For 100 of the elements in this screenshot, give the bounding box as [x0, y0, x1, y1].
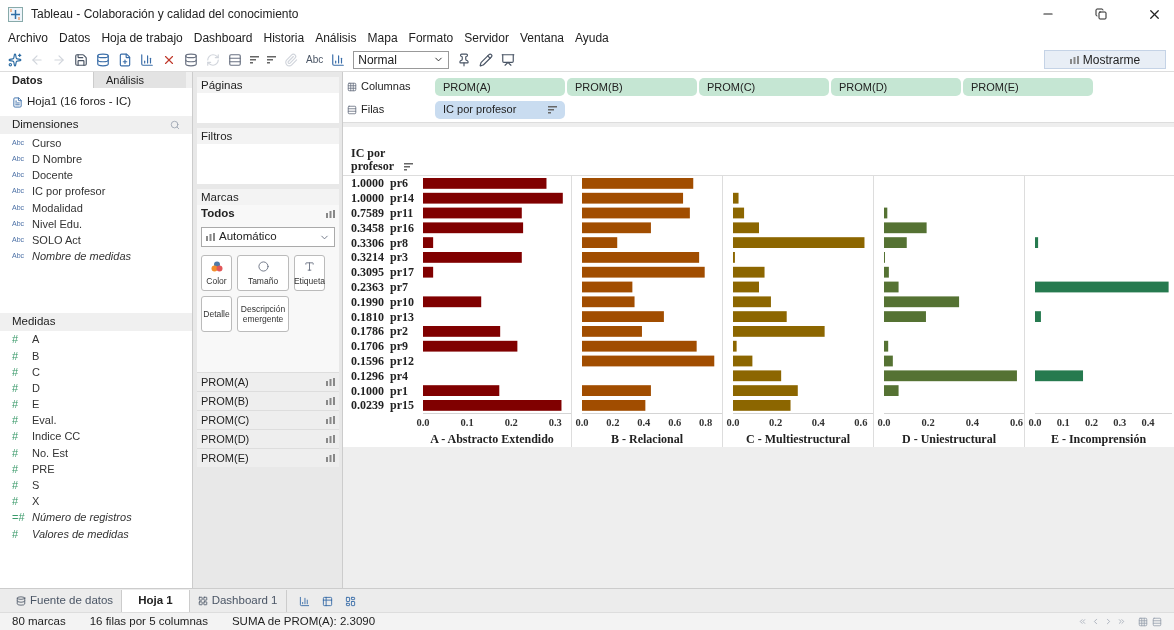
save-icon[interactable] [74, 52, 88, 67]
row-pill[interactable]: IC por profesor [435, 100, 565, 119]
field-item[interactable]: X [32, 493, 40, 510]
marks-measure-row[interactable]: PROM(A) [197, 372, 339, 391]
show-labels-button[interactable]: Abc [306, 52, 324, 67]
axis-tick-label: 0.2 [1084, 416, 1099, 428]
marks-measure-row[interactable]: PROM(E) [197, 448, 339, 467]
field-item[interactable]: Docente [32, 167, 73, 184]
ic-value: 0.3458 [351, 219, 384, 237]
field-item[interactable]: Eval. [32, 412, 57, 429]
field-item[interactable]: A [32, 331, 40, 348]
database-icon[interactable] [184, 52, 198, 67]
bar [884, 222, 927, 234]
pane-tab[interactable]: Análisis [93, 72, 186, 88]
axis-tick-label: 0.2 [504, 416, 518, 428]
axis-tick-label: 0.0 [1028, 416, 1042, 428]
new-dashboard-icon[interactable] [321, 595, 333, 607]
field-item[interactable]: Modalidad [32, 199, 83, 217]
presentation-icon[interactable] [501, 52, 516, 67]
status-text: SUMA de PROM(A): 2.3090 [231, 613, 376, 629]
sort-icon[interactable] [404, 162, 414, 171]
professor-label: pr14 [390, 190, 414, 208]
field-item[interactable]: Indice CC [32, 428, 81, 445]
data-source-name[interactable]: Hoja1 (16 foros - IC) [27, 93, 132, 111]
professor-label: pr3 [390, 250, 408, 267]
show-me-button[interactable]: Mostrarme [1044, 50, 1166, 69]
axis-tick-label: 0.3 [1113, 416, 1127, 428]
field-item[interactable]: No. Est [32, 444, 69, 462]
sheet-tab[interactable]: Dashboard 1 [189, 590, 286, 612]
menu-item[interactable]: Historia [263, 29, 305, 47]
field-type-label: # [12, 461, 20, 477]
filters-card: Filtros [197, 128, 339, 184]
restore-icon[interactable] [1095, 8, 1107, 20]
menu-item[interactable]: Ayuda [575, 29, 609, 47]
sort-ascending-icon[interactable] [250, 55, 259, 64]
bar-chart-icon[interactable] [140, 52, 154, 67]
field-item[interactable]: D [32, 379, 40, 397]
paperclip-icon[interactable] [284, 52, 298, 67]
field-item[interactable]: IC por profesor [32, 183, 106, 200]
ic-value: 0.0239 [351, 397, 384, 415]
pin-icon[interactable] [457, 52, 472, 67]
field-type-label: # [12, 380, 20, 396]
field-item[interactable]: PRE [32, 460, 55, 478]
field-item[interactable]: Nivel Edu. [32, 215, 83, 233]
mark-property-button[interactable]: Tamaño [237, 255, 289, 291]
fit-dropdown[interactable]: Normal [353, 50, 450, 69]
field-item[interactable]: Valores de medidas [32, 525, 129, 543]
field-item[interactable]: B [32, 347, 40, 365]
field-item[interactable]: E [32, 396, 40, 413]
menu-item[interactable]: Servidor [464, 29, 509, 47]
column-pill[interactable]: PROM(B) [567, 77, 697, 96]
menu-item[interactable]: Formato [408, 29, 454, 47]
menu-item[interactable]: Ventana [519, 29, 564, 47]
professor-label: pr17 [390, 264, 414, 282]
field-item[interactable]: S [32, 477, 40, 494]
app-logo-icon [8, 6, 23, 22]
field-item[interactable]: Número de registros [32, 509, 132, 526]
field-item[interactable]: C [32, 363, 40, 381]
axis-tick-label: 0.2 [606, 416, 620, 428]
column-pill[interactable]: PROM(A) [435, 77, 565, 96]
field-item[interactable]: Curso [32, 134, 62, 152]
mark-type-dropdown[interactable]: Automático [201, 227, 335, 247]
field-item[interactable]: D Nombre [32, 151, 83, 168]
pen-icon[interactable] [479, 52, 494, 67]
new-sheet-icon[interactable] [298, 595, 310, 607]
mark-property-button[interactable]: Detalle [201, 296, 232, 332]
menu-item[interactable]: Archivo [8, 29, 48, 47]
bar-chart-icon[interactable] [331, 52, 346, 67]
menu-item[interactable]: Análisis [315, 29, 357, 47]
mark-property-button[interactable]: Etiqueta [294, 255, 325, 291]
marks-measure-row[interactable]: PROM(C) [197, 410, 339, 429]
menu-item[interactable]: Mapa [367, 29, 398, 47]
sheet-tab[interactable]: Fuente de datos [8, 590, 122, 612]
new-story-icon[interactable] [344, 595, 356, 607]
menu-item[interactable]: Datos [59, 29, 91, 47]
professor-label: pr12 [390, 353, 414, 370]
pane-tab[interactable]: Datos [0, 72, 93, 88]
field-type-label: # [12, 494, 20, 510]
sort-icon[interactable] [548, 105, 557, 114]
bar [884, 207, 888, 219]
marks-measure-row[interactable]: PROM(D) [197, 429, 339, 448]
mark-property-button[interactable]: Descripción emergente [237, 296, 289, 332]
database-icon[interactable] [96, 52, 110, 67]
menu-item[interactable]: Dashboard [193, 29, 253, 47]
bar [884, 355, 893, 367]
bar [1035, 370, 1083, 382]
field-item[interactable]: Nombre de medidas [32, 248, 132, 265]
field-item[interactable]: SOLO Act [32, 231, 81, 249]
sparkle-icon[interactable] [8, 52, 22, 67]
marks-scope[interactable]: Todos [201, 205, 235, 223]
new-sheet-icon[interactable] [118, 52, 132, 67]
column-pill[interactable]: PROM(E) [963, 77, 1093, 96]
column-pill[interactable]: PROM(D) [831, 77, 961, 96]
mark-property-button[interactable]: Color [201, 255, 232, 291]
menu-item[interactable]: Hoja de trabajo [101, 29, 183, 47]
marks-measure-row[interactable]: PROM(B) [197, 391, 339, 410]
sheet-tab[interactable]: Hoja 1 [121, 590, 190, 612]
sort-descending-icon[interactable] [267, 55, 276, 64]
column-pill[interactable]: PROM(C) [699, 77, 829, 96]
professor-label: pr10 [390, 294, 414, 311]
